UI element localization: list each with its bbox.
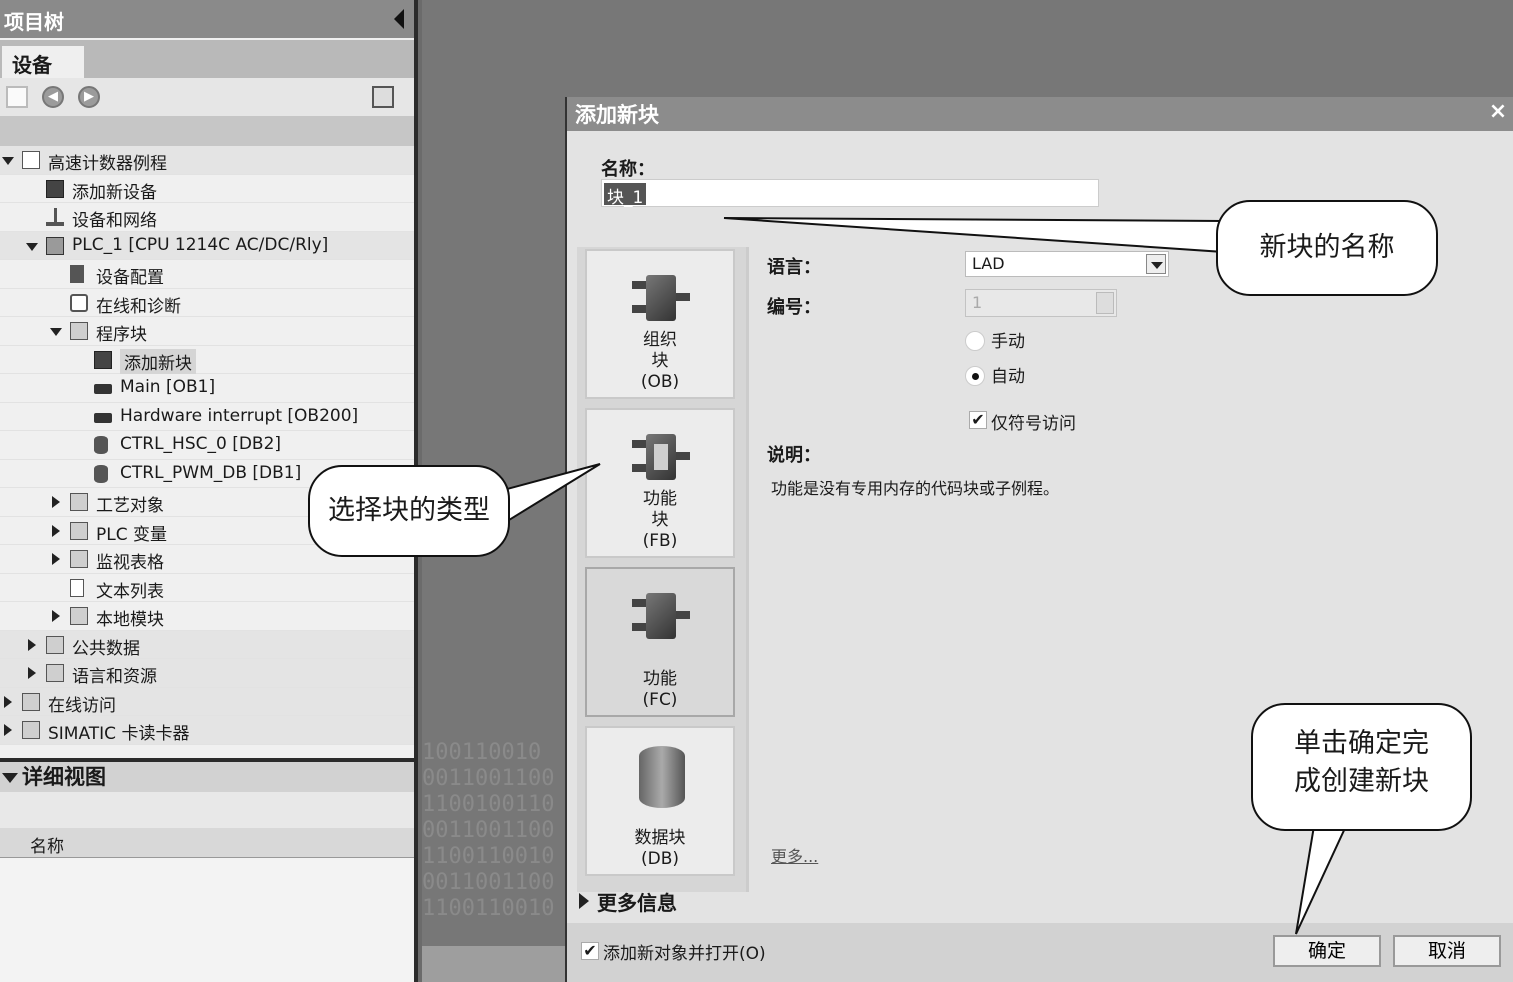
callout-block-type-text: 选择块的类型 [328,495,490,526]
callout-block-name: 新块的名称 [1216,200,1438,296]
confirm-callout-pointer [1295,825,1348,935]
type-callout-pointer [495,463,601,530]
callout-confirm: 单击确定完 成创建新块 [1251,703,1472,831]
callout-confirm-line2: 成创建新块 [1294,766,1429,797]
name-callout-pointer [723,217,1225,254]
callout-block-name-text: 新块的名称 [1259,232,1395,263]
callout-block-type: 选择块的类型 [308,465,510,557]
callout-pointers [495,217,1348,935]
callout-confirm-line1: 单击确定完 [1294,728,1429,759]
